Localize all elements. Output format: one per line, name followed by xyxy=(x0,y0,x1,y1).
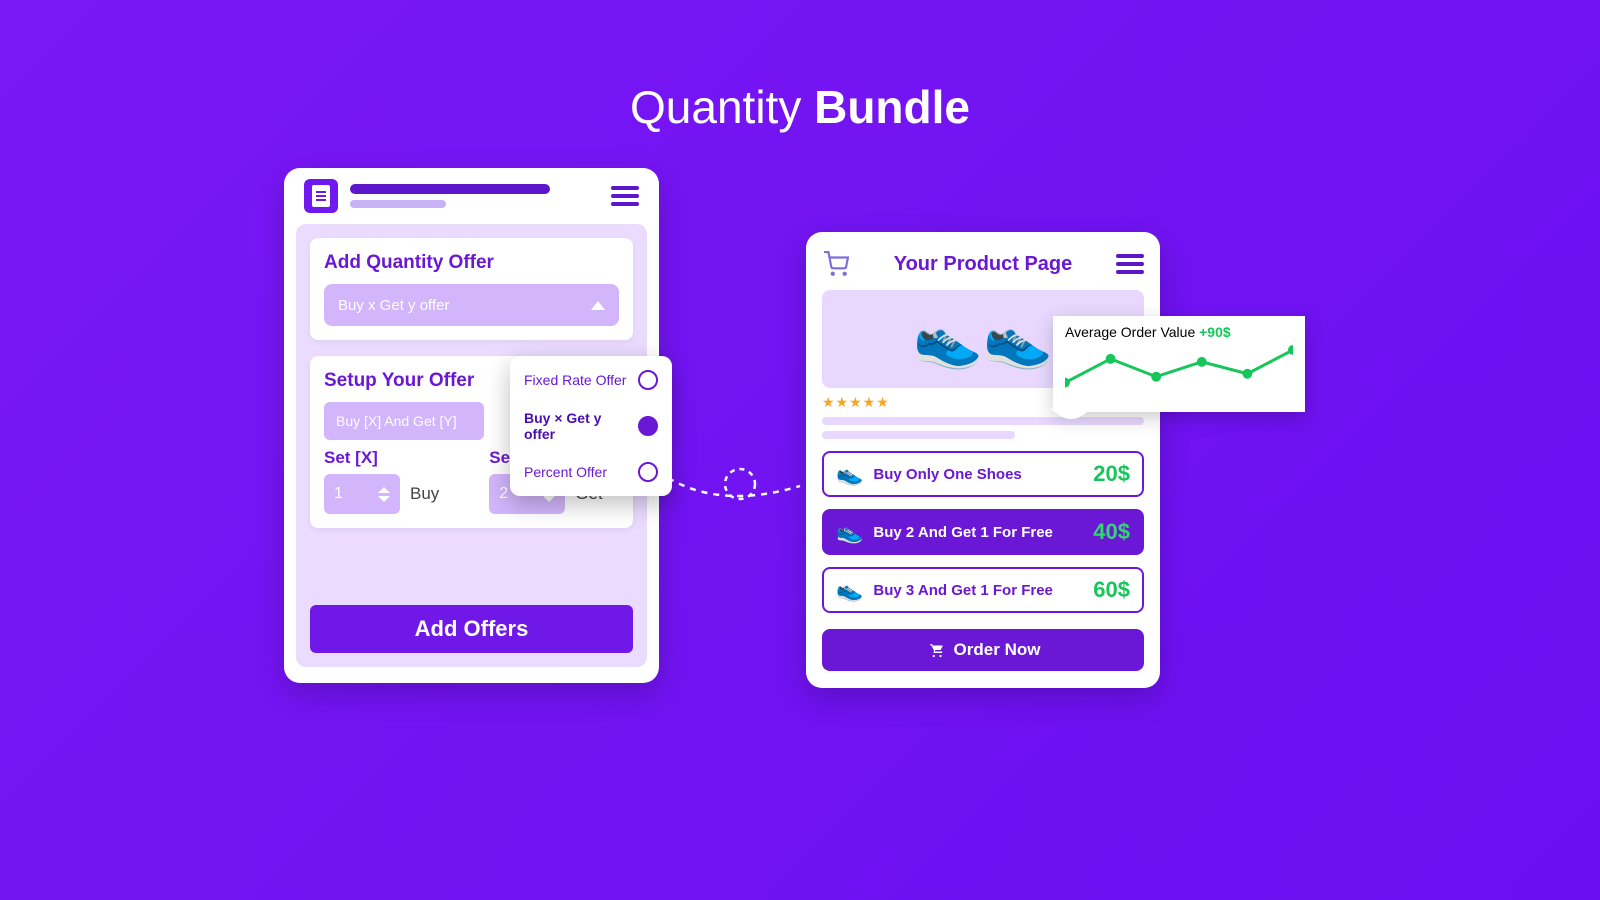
order-now-button[interactable]: Order Now xyxy=(822,629,1144,671)
header-placeholder-lines xyxy=(350,184,550,208)
stepper-down-icon[interactable] xyxy=(543,496,555,502)
add-quantity-title: Add Quantity Offer xyxy=(324,252,619,274)
offer-template-input[interactable]: Buy [X] And Get [Y] xyxy=(324,402,484,440)
title-bold: Bundle xyxy=(814,81,970,133)
add-quantity-block: Add Quantity Offer Buy x Get y offer xyxy=(310,238,633,340)
shoe-icon: 👟 xyxy=(836,519,863,545)
clipboard-icon xyxy=(304,179,338,213)
product-page-preview: Your Product Page 👟👟 ★★★★★ 👟 Buy Only On… xyxy=(806,232,1160,688)
dropdown-option-buy-x-get-y[interactable]: Buy × Get y offer xyxy=(524,410,658,442)
shoe-icon: 👟👟 xyxy=(913,311,1052,367)
radio-icon xyxy=(638,416,658,436)
offer-price: 60$ xyxy=(1093,577,1130,603)
stepper-down-icon[interactable] xyxy=(378,496,390,502)
aov-metric-card: Average Order Value +90$ xyxy=(1053,316,1305,412)
product-page-title: Your Product Page xyxy=(862,253,1104,276)
cart-icon xyxy=(822,251,850,277)
add-offers-button[interactable]: Add Offers xyxy=(310,605,633,653)
set-x-column: Set [X] 1 Buy xyxy=(324,448,439,514)
buy-suffix: Buy xyxy=(410,484,439,504)
stepper-up-icon[interactable] xyxy=(378,487,390,493)
aov-chart xyxy=(1065,344,1293,406)
aov-label: Average Order Value +90$ xyxy=(1065,324,1293,340)
radio-icon xyxy=(638,370,658,390)
dropdown-option-fixed-rate[interactable]: Fixed Rate Offer xyxy=(524,370,658,390)
page-title: Quantity Bundle xyxy=(630,80,970,134)
offer-option-1[interactable]: 👟 Buy Only One Shoes 20$ xyxy=(822,451,1144,497)
quantity-x-stepper[interactable]: 1 xyxy=(324,474,400,514)
set-x-label: Set [X] xyxy=(324,448,439,468)
offer-type-value: Buy x Get y offer xyxy=(338,297,449,314)
admin-header xyxy=(284,168,659,224)
placeholder-line xyxy=(822,417,1144,425)
menu-icon[interactable] xyxy=(1116,254,1144,274)
offer-option-3[interactable]: 👟 Buy 3 And Get 1 For Free 60$ xyxy=(822,567,1144,613)
title-light: Quantity xyxy=(630,81,814,133)
chevron-up-icon xyxy=(591,301,605,310)
placeholder-line xyxy=(822,431,1015,439)
offer-type-select[interactable]: Buy x Get y offer xyxy=(324,284,619,326)
offer-option-2[interactable]: 👟 Buy 2 And Get 1 For Free 40$ xyxy=(822,509,1144,555)
menu-icon[interactable] xyxy=(611,186,639,206)
shoe-icon: 👟 xyxy=(836,577,863,603)
offer-type-dropdown: Fixed Rate Offer Buy × Get y offer Perce… xyxy=(510,356,672,496)
aov-delta: +90$ xyxy=(1199,324,1231,340)
cart-icon xyxy=(926,641,946,659)
dropdown-option-percent[interactable]: Percent Offer xyxy=(524,462,658,482)
product-header: Your Product Page xyxy=(822,246,1144,282)
shoe-icon: 👟 xyxy=(836,461,863,487)
offer-price: 40$ xyxy=(1093,519,1130,545)
offer-price: 20$ xyxy=(1093,461,1130,487)
speech-bubble-tail-icon xyxy=(1051,408,1091,430)
radio-icon xyxy=(638,462,658,482)
